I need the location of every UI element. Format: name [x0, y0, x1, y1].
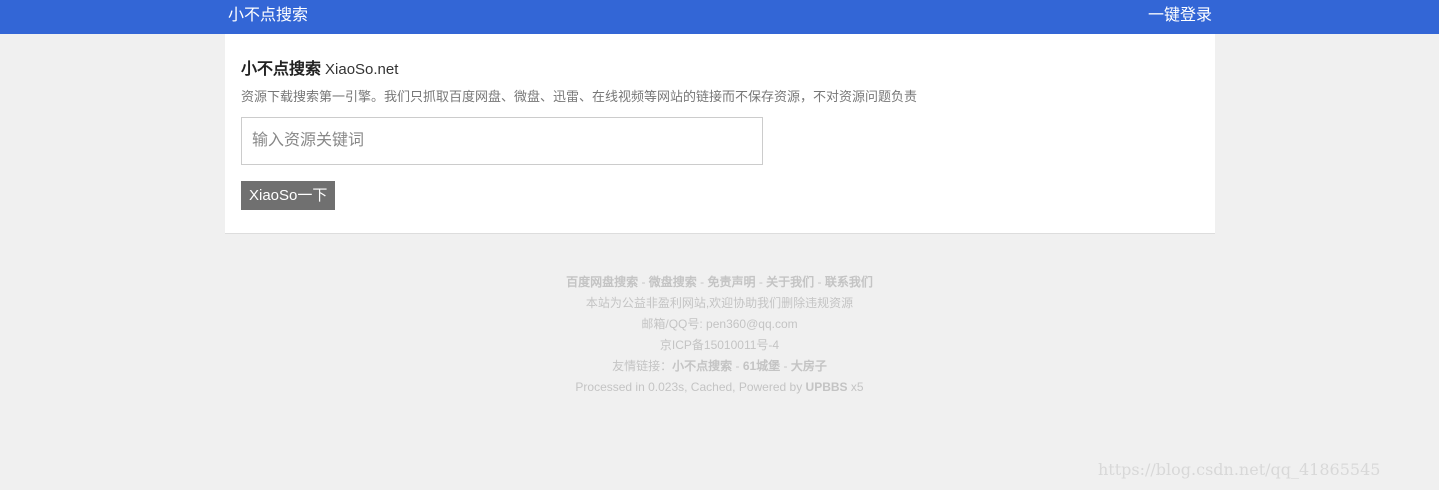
footer-link-weipan-search[interactable]: 微盘搜索: [649, 275, 697, 289]
search-card: 小不点搜索 XiaoSo.net 资源下载搜索第一引擎。我们只抓取百度网盘、微盘、…: [225, 34, 1215, 234]
footer-link-disclaimer[interactable]: 免责声明: [707, 275, 755, 289]
footer-link-about-us[interactable]: 关于我们: [766, 275, 814, 289]
site-title-name: 小不点搜索: [241, 61, 322, 78]
site-title: 小不点搜索 XiaoSo.net: [241, 60, 398, 80]
blog-watermark: https://blog.csdn.net/qq_41865545: [1098, 460, 1381, 479]
friend-link-xiaoso[interactable]: 小不点搜索: [672, 359, 732, 373]
footer-separator: -: [814, 275, 825, 289]
site-tagline: 资源下载搜索第一引擎。我们只抓取百度网盘、微盘、迅雷、在线视频等网站的链接而不保…: [241, 89, 918, 104]
search-button[interactable]: XiaoSo一下: [241, 181, 336, 210]
one-click-login-link[interactable]: 一键登录: [1148, 6, 1212, 26]
friend-links-label: 友情链接：: [612, 359, 673, 373]
page-footer: 百度网盘搜索 - 微盘搜索 - 免责声明 - 关于我们 - 联系我们 本站为公益…: [0, 272, 1439, 398]
footer-links-row: 百度网盘搜索 - 微盘搜索 - 免责声明 - 关于我们 - 联系我们: [0, 272, 1439, 293]
friend-link-61-castle[interactable]: 61城堡: [743, 359, 780, 373]
top-navbar: 小不点搜索 一键登录: [0, 0, 1439, 34]
footer-email: 邮箱/QQ号: pen360@qq.com: [641, 317, 798, 331]
footer-separator: -: [732, 359, 743, 373]
footer-separator: -: [780, 359, 791, 373]
site-title-domain: XiaoSo.net: [325, 61, 399, 78]
footer-icp: 京ICP备15010011号-4: [659, 338, 780, 352]
footer-link-contact-us[interactable]: 联系我们: [825, 275, 873, 289]
footer-separator: -: [638, 275, 649, 289]
powered-suffix: x5: [847, 380, 864, 394]
footer-processed-info: Processed in 0.023s, Cached, Powered by …: [0, 377, 1439, 398]
upbbs-link[interactable]: UPBBS: [806, 380, 848, 394]
friend-link-big-house[interactable]: 大房子: [791, 359, 827, 373]
footer-friend-links-row: 友情链接：小不点搜索 - 61城堡 - 大房子: [0, 356, 1439, 377]
footer-separator: -: [755, 275, 767, 289]
processed-text: Processed in 0.023s, Cached, Powered by: [575, 380, 806, 394]
search-input[interactable]: [241, 117, 763, 165]
footer-separator: -: [696, 275, 708, 289]
footer-link-baidu-pan-search[interactable]: 百度网盘搜索: [566, 275, 638, 289]
brand-link[interactable]: 小不点搜索: [228, 6, 308, 26]
footer-notice: 本站为公益非盈利网站,欢迎协助我们删除违规资源: [585, 296, 854, 310]
